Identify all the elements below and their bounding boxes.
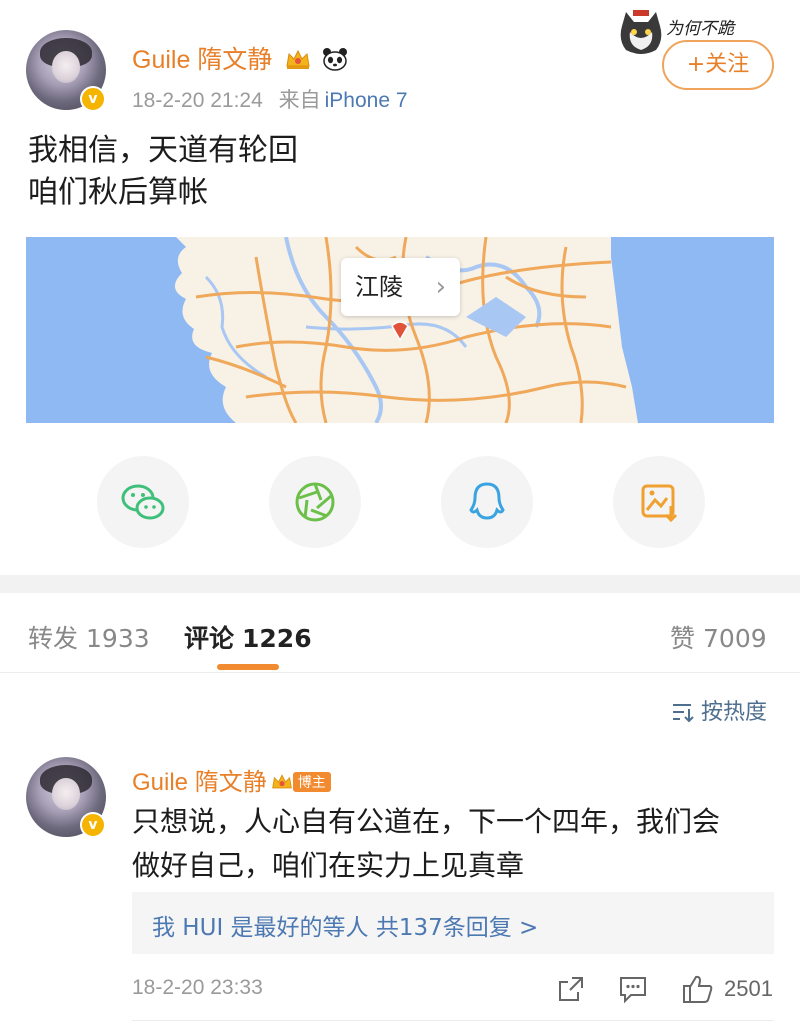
- share-moments-button[interactable]: [269, 456, 361, 548]
- wechat-icon: [121, 484, 165, 520]
- tab-bar: 转发 1933 评论 1226 赞 7009: [0, 593, 800, 673]
- comment-divider: [132, 1020, 774, 1021]
- comment-icon[interactable]: [618, 974, 648, 1004]
- comment-body: 只想说，人心自有公道在，下一个四年，我们会 做好自己，咱们在实力上见真章: [132, 800, 782, 888]
- commenter-name[interactable]: Guile 隋文静 博主: [132, 762, 331, 797]
- tab-comment-count: 1226: [242, 624, 312, 653]
- tab-like[interactable]: 赞 7009: [670, 619, 767, 655]
- comment-text-line: 做好自己，咱们在实力上见真章: [132, 849, 525, 882]
- post-owner-badge: 博主: [292, 772, 331, 792]
- verified-badge-icon: v: [80, 86, 106, 112]
- author-name-text: Guile 隋文静: [132, 46, 273, 74]
- crown-icon: [286, 49, 310, 69]
- tab-repost-label: 转发: [28, 624, 79, 653]
- save-image-button[interactable]: [613, 456, 705, 548]
- tab-like-count: 7009: [703, 624, 767, 653]
- replies-summary: 我 HUI 是最好的等人 共137条回复 >: [152, 915, 539, 941]
- sort-icon: [673, 704, 694, 723]
- commenter-name-text: Guile 隋文静: [132, 769, 267, 796]
- panda-icon: [323, 48, 348, 71]
- tab-comment[interactable]: 评论 1226: [184, 619, 312, 655]
- comment-timestamp: 18-2-20 23:33: [132, 976, 263, 999]
- post-source-prefix: 来自: [278, 89, 321, 112]
- post-body: 我相信，天道有轮回 咱们秋后算帐: [28, 130, 298, 214]
- sticker-text: 为何不跪: [666, 19, 734, 39]
- chevron-right-icon: ›: [435, 272, 446, 302]
- post-text-line: 咱们秋后算帐: [28, 175, 208, 210]
- tab-like-label: 赞: [670, 624, 696, 653]
- tab-comment-label: 评论: [184, 624, 235, 653]
- comment-text-line: 只想说，人心自有公道在，下一个四年，我们会: [132, 805, 721, 838]
- author-name[interactable]: Guile 隋文静: [132, 40, 348, 76]
- verified-badge-icon: v: [80, 812, 106, 838]
- crown-icon: [271, 774, 292, 789]
- repost-icon[interactable]: [556, 974, 586, 1004]
- active-tab-indicator: [217, 664, 279, 670]
- tab-repost[interactable]: 转发 1933: [28, 619, 150, 655]
- sort-by-hot-button[interactable]: 按热度: [671, 694, 767, 726]
- follow-button[interactable]: +关注: [662, 40, 774, 90]
- tab-repost-count: 1933: [86, 624, 150, 653]
- section-divider: [0, 575, 800, 593]
- save-image-icon: [641, 484, 678, 523]
- post-text-line: 我相信，天道有轮回: [28, 133, 298, 168]
- qq-icon: [469, 482, 505, 520]
- post-timestamp: 18-2-20 21:24: [132, 89, 263, 112]
- location-name: 江陵: [355, 273, 403, 301]
- location-label[interactable]: 江陵 ›: [341, 258, 460, 316]
- comment-like-count: 2501: [724, 976, 773, 1001]
- post-meta: 18-2-20 21:24 来自 iPhone 7: [132, 84, 408, 114]
- moments-icon: [295, 482, 335, 522]
- share-wechat-button[interactable]: [97, 456, 189, 548]
- share-qq-button[interactable]: [441, 456, 533, 548]
- cat-sticker-icon: [620, 10, 662, 54]
- like-icon[interactable]: [682, 974, 714, 1004]
- post-card: v Guile 隋文静 18-2-20 21:24 来自 iPhone 7 为何不…: [0, 0, 800, 575]
- post-source[interactable]: iPhone 7: [325, 89, 408, 112]
- sort-label: 按热度: [701, 700, 768, 725]
- map-pin-icon: [391, 321, 409, 342]
- replies-preview[interactable]: 我 HUI 是最好的等人 共137条回复 >: [132, 892, 774, 954]
